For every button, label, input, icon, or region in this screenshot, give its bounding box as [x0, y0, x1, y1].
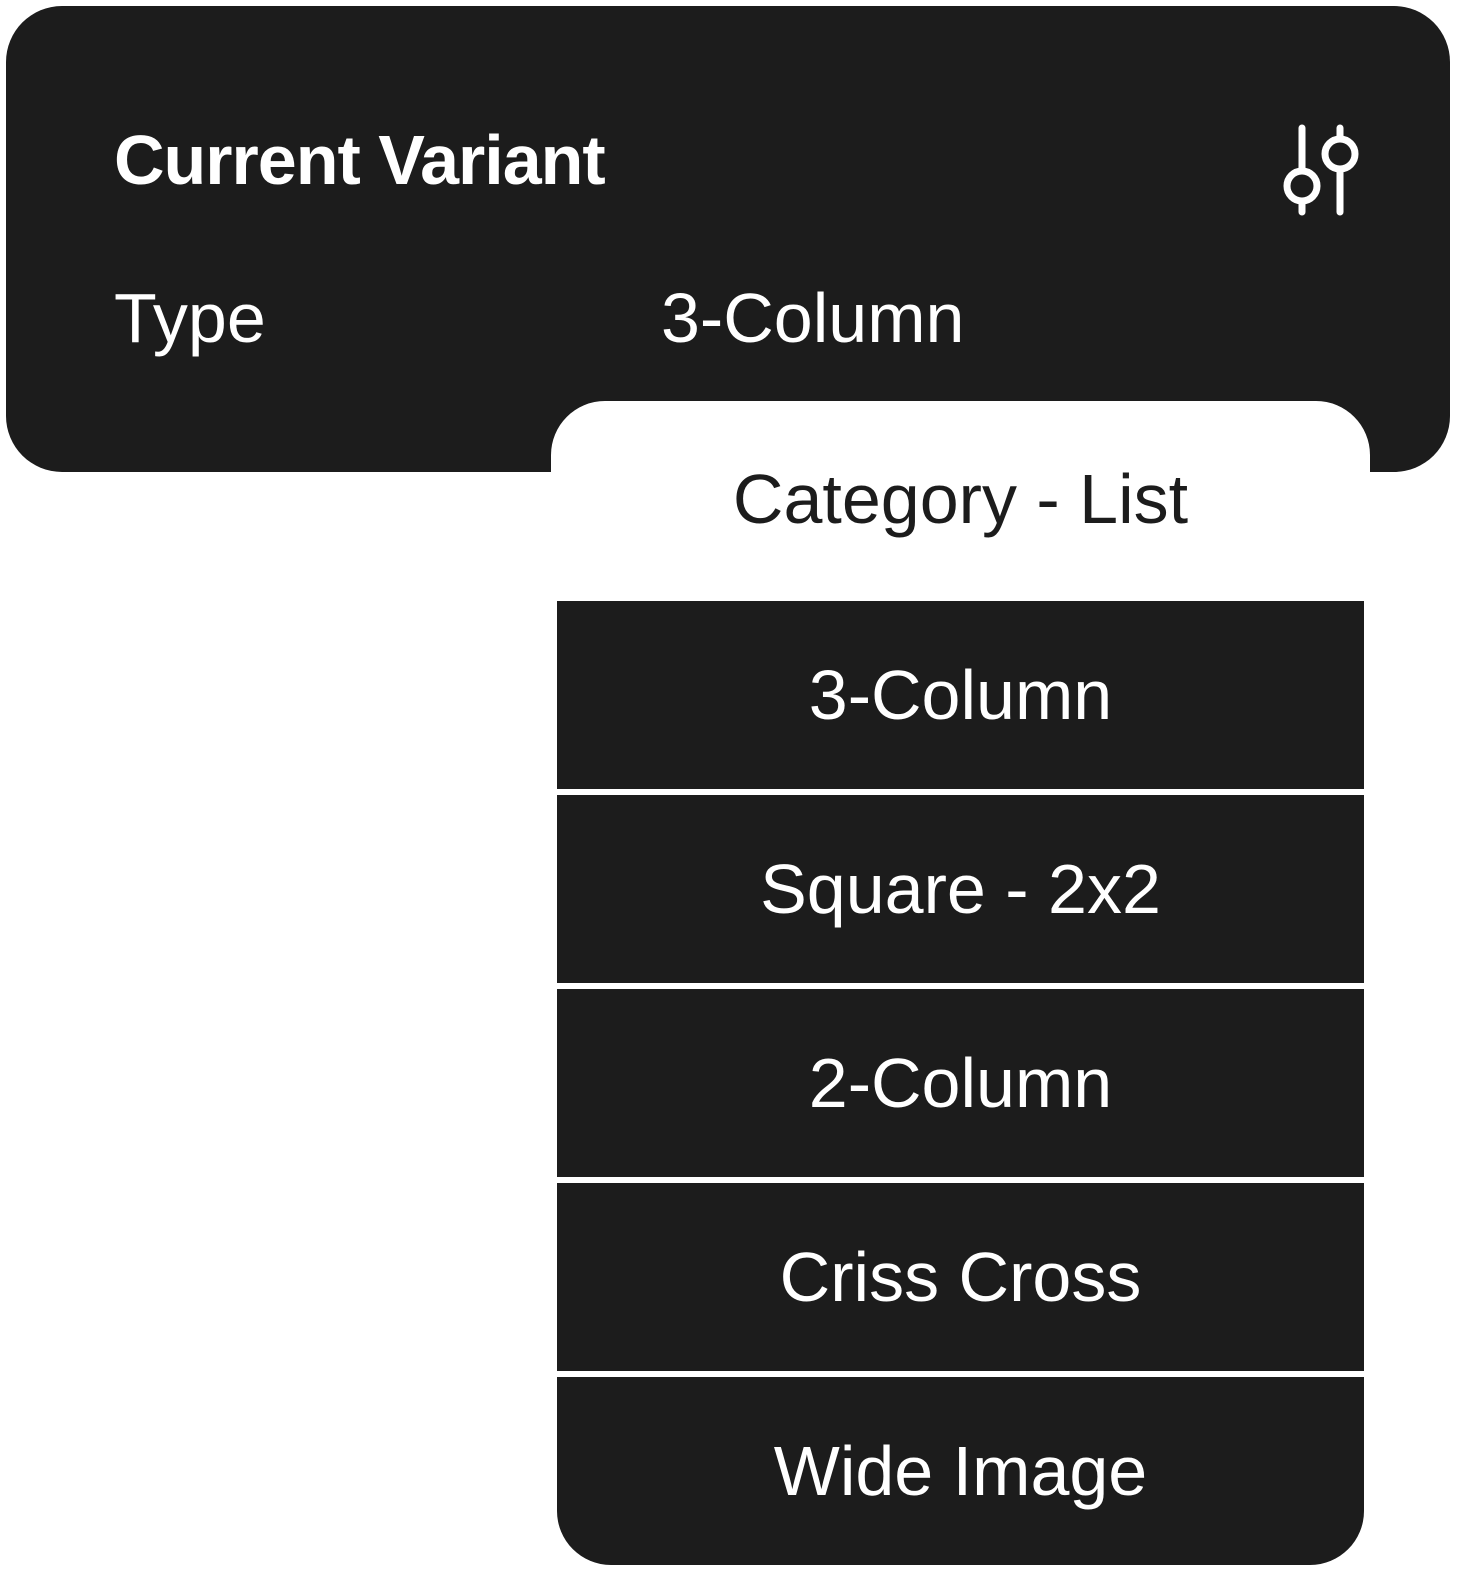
- sliders-icon: [1270, 114, 1366, 226]
- option-3-column[interactable]: 3-Column: [557, 601, 1364, 789]
- panel-title: Current Variant: [114, 121, 606, 199]
- type-label: Type: [114, 279, 266, 357]
- option-2-column[interactable]: 2-Column: [557, 989, 1364, 1177]
- dropdown-header-label: Category - List: [732, 460, 1189, 538]
- filter-settings-button[interactable]: [1270, 114, 1366, 226]
- variant-options-list: 3-Column Square - 2x2 2-Column Criss Cro…: [557, 601, 1364, 1565]
- option-criss-cross[interactable]: Criss Cross: [557, 1183, 1364, 1371]
- dropdown-header[interactable]: Category - List: [551, 401, 1370, 601]
- option-wide-image[interactable]: Wide Image: [557, 1377, 1364, 1565]
- type-value[interactable]: 3-Column: [661, 276, 964, 360]
- option-square-2x2[interactable]: Square - 2x2: [557, 795, 1364, 983]
